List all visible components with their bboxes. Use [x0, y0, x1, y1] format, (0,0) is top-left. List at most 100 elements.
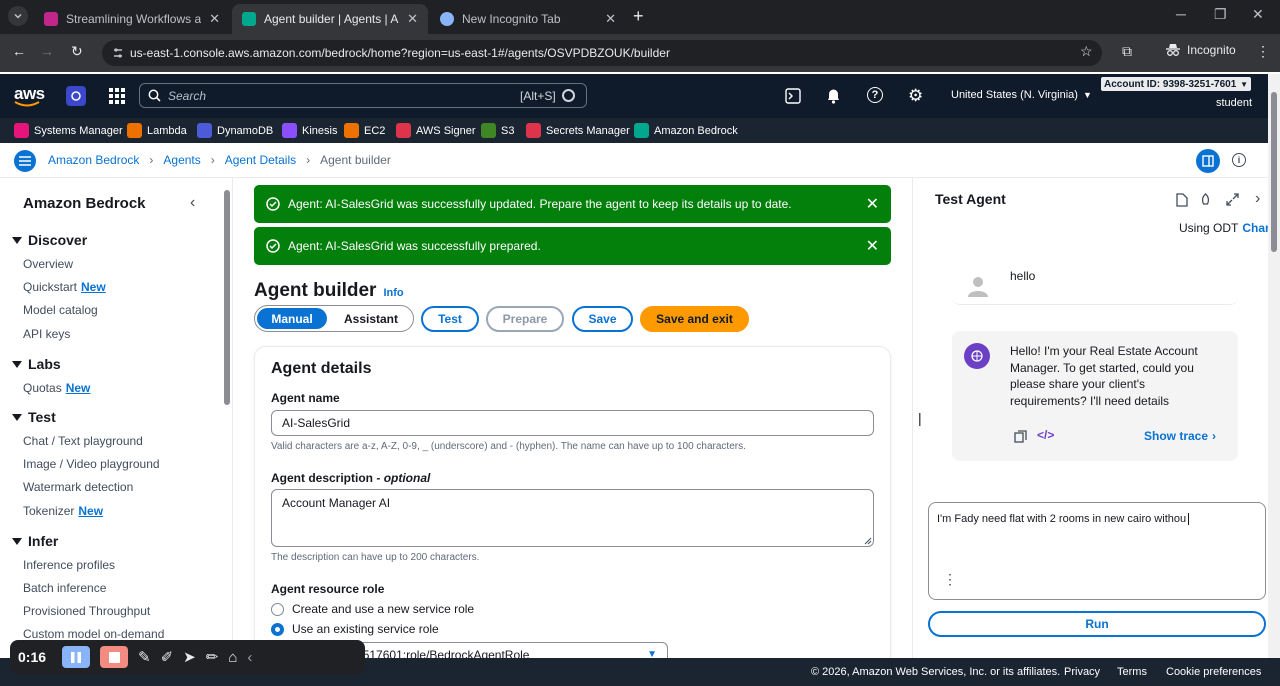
cookie-preferences-link[interactable]: Cookie preferences: [1166, 666, 1261, 678]
service-secrets-manager[interactable]: Secrets Manager: [526, 123, 630, 138]
nav-item-image-video-playground[interactable]: Image / Video playground: [23, 457, 160, 471]
chat-input-box[interactable]: I'm Fady need flat with 2 rooms in new c…: [928, 502, 1266, 600]
forward-icon[interactable]: →: [40, 43, 54, 59]
radio-create-new-role[interactable]: Create and use a new service role: [271, 602, 474, 616]
pause-button[interactable]: [62, 646, 90, 668]
nav-item-model-catalog[interactable]: Model catalog: [23, 303, 98, 317]
agent-description-textarea[interactable]: Account Manager AI: [271, 489, 874, 547]
username[interactable]: student: [1216, 97, 1252, 109]
browser-tab-2[interactable]: New Incognito Tab ✕: [430, 4, 626, 34]
nav-item-api-keys[interactable]: API keys: [23, 327, 70, 341]
service-systems-manager[interactable]: Systems Manager: [14, 123, 123, 138]
nav-item-provisioned-throughput[interactable]: Provisioned Throughput: [23, 604, 150, 618]
show-trace-link[interactable]: Show trace ›: [1144, 429, 1216, 443]
pointer-icon[interactable]: ➤: [183, 648, 196, 666]
privacy-link[interactable]: Privacy: [1064, 666, 1100, 678]
browser-tab-1[interactable]: Agent builder | Agents | Amaz ✕: [232, 4, 428, 34]
code-icon[interactable]: </>: [1037, 428, 1054, 442]
search-settings-icon[interactable]: [562, 89, 575, 102]
bookmark-star-icon[interactable]: ☆: [1080, 43, 1093, 60]
bedrock-service-icon[interactable]: [66, 86, 86, 106]
breadcrumb-agent-details[interactable]: Agent Details: [225, 153, 296, 167]
account-menu[interactable]: Account ID: 9398-3251-7601 ▼: [1101, 77, 1251, 91]
nav-section-labs[interactable]: Labs: [12, 356, 61, 372]
service-aws-signer[interactable]: AWS Signer: [396, 123, 476, 138]
nav-item-tokenizer[interactable]: Tokenizer New: [23, 504, 103, 518]
aws-logo[interactable]: aws: [14, 84, 45, 107]
service-s3[interactable]: S3: [481, 123, 514, 138]
nav-item-watermark-detection[interactable]: Watermark detection: [23, 480, 133, 494]
close-tab-icon[interactable]: ✕: [407, 11, 418, 27]
test-button[interactable]: Test: [421, 306, 479, 332]
browser-tab-0[interactable]: Streamlining Workflows and Ta ✕: [34, 4, 230, 34]
extensions-icon[interactable]: ⧉: [1122, 43, 1132, 60]
save-and-exit-button[interactable]: Save and exit: [640, 306, 749, 332]
scroll-thumb[interactable]: [1271, 92, 1277, 252]
dismiss-icon[interactable]: ✕: [866, 236, 879, 256]
cloudshell-icon[interactable]: [785, 88, 801, 104]
service-ec2[interactable]: EC2: [344, 123, 385, 138]
new-tab-button[interactable]: +: [633, 6, 644, 27]
nav-item-batch-inference[interactable]: Batch inference: [23, 581, 106, 595]
document-icon[interactable]: [1176, 193, 1188, 207]
services-grid-icon[interactable]: [109, 88, 125, 104]
resize-handle-icon[interactable]: [864, 537, 872, 545]
highlighter-icon[interactable]: ⌂: [228, 649, 237, 666]
service-lambda[interactable]: Lambda: [127, 123, 187, 138]
settings-gear-icon[interactable]: ⚙: [908, 86, 923, 106]
save-button[interactable]: Save: [572, 306, 633, 332]
nav-item-inference-profiles[interactable]: Inference profiles: [23, 558, 115, 572]
expand-icon[interactable]: [1226, 193, 1239, 206]
close-tab-icon[interactable]: ✕: [209, 11, 220, 27]
close-panel-icon[interactable]: ›: [1255, 190, 1260, 208]
nav-item-overview[interactable]: Overview: [23, 257, 73, 271]
run-button[interactable]: Run: [928, 611, 1266, 637]
chrome-menu-icon[interactable]: ⋮: [1256, 43, 1270, 60]
minimize-window-icon[interactable]: ─: [1176, 6, 1186, 22]
incognito-indicator[interactable]: Incognito: [1165, 43, 1236, 57]
side-nav-toggle[interactable]: [14, 150, 36, 172]
nav-item-quotas[interactable]: Quotas New: [23, 381, 90, 395]
nav-section-test[interactable]: Test: [12, 409, 56, 425]
nav-section-discover[interactable]: Discover: [12, 232, 87, 248]
segment-manual[interactable]: Manual: [257, 308, 327, 329]
agent-name-input[interactable]: AI-SalesGrid: [271, 410, 874, 436]
info-circle-icon[interactable]: i: [1232, 153, 1246, 167]
segment-assistant[interactable]: Assistant: [331, 312, 411, 326]
dismiss-icon[interactable]: ✕: [866, 194, 879, 214]
service-kinesis[interactable]: Kinesis: [282, 123, 337, 138]
copy-icon[interactable]: [1014, 430, 1027, 443]
service-amazon-bedrock[interactable]: Amazon Bedrock: [634, 123, 738, 138]
reload-icon[interactable]: ↻: [71, 43, 83, 60]
region-selector[interactable]: United States (N. Virginia) ▼: [951, 89, 1092, 101]
service-dynamodb[interactable]: DynamoDB: [197, 123, 273, 138]
split-panel-toggle[interactable]: [1196, 149, 1220, 173]
nav-item-chat-text-playground[interactable]: Chat / Text playground: [23, 434, 143, 448]
collapse-sidebar-icon[interactable]: ‹: [190, 194, 195, 212]
help-icon[interactable]: ?: [867, 87, 883, 103]
nav-item-custom-model-on-demand[interactable]: Custom model on-demand: [23, 627, 164, 641]
breadcrumb-agents[interactable]: Agents: [163, 153, 200, 167]
rocket-icon[interactable]: [1199, 193, 1212, 207]
site-info-icon[interactable]: [112, 46, 124, 60]
pen-off-icon[interactable]: ✐: [161, 648, 174, 666]
stop-button[interactable]: [100, 646, 128, 668]
tab-search-icon[interactable]: [8, 6, 28, 26]
terms-link[interactable]: Terms: [1117, 666, 1147, 678]
back-icon[interactable]: ←: [12, 43, 26, 59]
collapse-toolbar-icon[interactable]: ‹: [247, 649, 252, 666]
sidebar-scrollbar[interactable]: [224, 190, 230, 405]
info-link[interactable]: Info: [383, 287, 403, 299]
more-options-icon[interactable]: ⋮: [943, 571, 957, 588]
radio-use-existing-role[interactable]: Use an existing service role: [271, 622, 439, 636]
annotate-off-icon[interactable]: ✎: [138, 648, 151, 666]
nav-item-quickstart[interactable]: Quickstart New: [23, 280, 106, 294]
close-window-icon[interactable]: ✕: [1252, 6, 1264, 23]
breadcrumb-amazon-bedrock[interactable]: Amazon Bedrock: [48, 153, 139, 167]
nav-section-infer[interactable]: Infer: [12, 533, 58, 549]
notifications-bell-icon[interactable]: [826, 88, 841, 104]
sidebar-title[interactable]: Amazon Bedrock: [23, 195, 146, 212]
maximize-window-icon[interactable]: ❐: [1214, 6, 1227, 23]
page-scrollbar[interactable]: [1268, 74, 1280, 658]
prepare-button[interactable]: Prepare: [486, 306, 564, 332]
